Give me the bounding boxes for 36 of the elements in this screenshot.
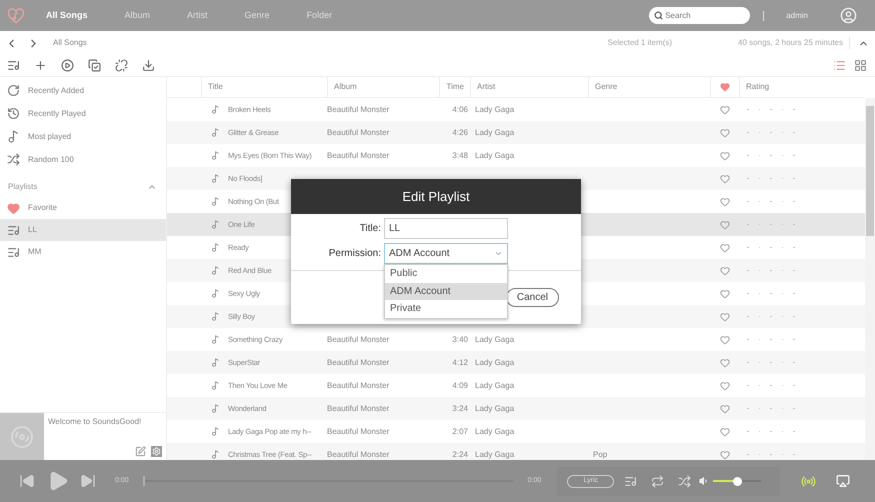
artist-cell-text: Lady Gaga — [474, 150, 516, 162]
artist-cell-text: Lady Gaga — [474, 448, 516, 460]
time-cell-text: 4:09 — [451, 380, 469, 392]
album-cell-text: Beautiful Monster — [327, 334, 390, 346]
artist-cell-text: Lady Gaga — [474, 402, 516, 414]
album-cell-text: Beautiful Monster — [327, 356, 390, 368]
artist-cell-text: Lady Gaga — [474, 356, 516, 368]
album-cell-text: Beautiful Monster — [327, 126, 390, 138]
artist-cell-text: Lady Gaga — [474, 426, 516, 438]
artist-cell-text: Lady Gaga — [474, 380, 516, 392]
field-label: Title: — [358, 222, 382, 236]
genre-cell-text: Pop — [592, 448, 608, 460]
album-cell-text: Beautiful Monster — [327, 150, 390, 162]
time-cell-text: 3:48 — [451, 150, 469, 162]
album-cell-text: Beautiful Monster — [327, 380, 390, 392]
dialog-title: Edit Playlist — [402, 188, 470, 206]
field-label: Permission: — [328, 247, 382, 261]
album-cell-text: Beautiful Monster — [327, 104, 390, 116]
artist-cell-text: Lady Gaga — [474, 334, 516, 346]
breadcrumb: All Songs — [53, 37, 87, 49]
time-cell-text: 3:24 — [451, 402, 469, 414]
time-cell-text: 3:40 — [451, 334, 469, 346]
time-cell-text: 4:26 — [451, 126, 469, 138]
section-title: Playlists — [8, 181, 38, 193]
library-summary: 40 songs, 2 hours 25 minutes — [738, 37, 850, 49]
album-cell-text: Beautiful Monster — [327, 426, 390, 438]
album-cell-text: Beautiful Monster — [327, 402, 390, 414]
time-cell-text: 2:24 — [451, 448, 469, 460]
artist-cell-text: Lady Gaga — [474, 104, 516, 116]
time-cell-text: 4:12 — [451, 356, 469, 368]
time-cell-text: 2:07 — [451, 426, 469, 438]
selection-count: Selected 1 item(s) — [608, 37, 672, 49]
time-cell-text: 4:06 — [451, 104, 469, 116]
album-cell-text: Beautiful Monster — [327, 448, 390, 460]
artist-cell-text: Lady Gaga — [474, 126, 516, 138]
now-playing-text: Welcome to SoundsGood! — [48, 416, 142, 428]
